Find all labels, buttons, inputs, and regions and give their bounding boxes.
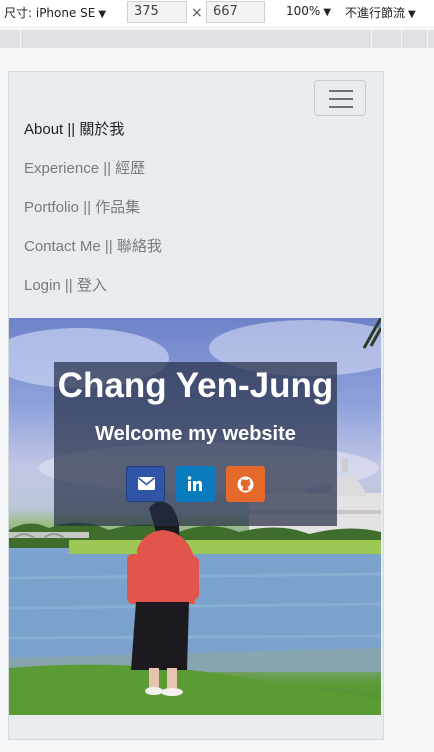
envelope-icon bbox=[138, 477, 155, 490]
hero-subtitle: Welcome my website bbox=[95, 423, 296, 445]
hamburger-icon-bar bbox=[329, 98, 353, 100]
nav-item-label: Login || 登入 bbox=[24, 277, 107, 294]
nav-item-label: Contact Me || 聯絡我 bbox=[24, 238, 162, 255]
times-symbol: × bbox=[191, 5, 203, 21]
linkedin-icon bbox=[187, 476, 202, 491]
navbar-toggler-button[interactable] bbox=[314, 80, 366, 116]
height-input[interactable]: 667 bbox=[206, 1, 265, 23]
device-selector[interactable]: 尺寸: iPhone SE ▼ bbox=[4, 4, 106, 21]
hero-title: Chang Yen-Jung bbox=[57, 366, 334, 405]
nav-item-label: Experience || 經歷 bbox=[24, 160, 146, 177]
hero-overlay-box: Chang Yen-Jung Welcome my website bbox=[54, 362, 337, 526]
throttle-selector[interactable]: 不進行節流 ▼ bbox=[345, 4, 416, 21]
nav-item-portfolio[interactable]: Portfolio || 作品集 bbox=[24, 196, 162, 235]
linkedin-button[interactable] bbox=[176, 466, 215, 502]
chevron-down-icon: ▼ bbox=[408, 9, 416, 20]
github-button[interactable] bbox=[226, 466, 265, 502]
nav-item-login[interactable]: Login || 登入 bbox=[24, 274, 162, 313]
media-query-ruler[interactable] bbox=[0, 30, 434, 48]
width-input[interactable]: 375 bbox=[127, 1, 187, 23]
nav-item-label: About || 關於我 bbox=[24, 121, 125, 138]
hamburger-icon bbox=[329, 90, 353, 92]
nav-item-contact[interactable]: Contact Me || 聯絡我 bbox=[24, 235, 162, 274]
throttle-label: 不進行節流 bbox=[345, 6, 406, 20]
device-viewport: About || 關於我 Experience || 經歷 Portfolio … bbox=[8, 71, 384, 740]
nav-item-about[interactable]: About || 關於我 bbox=[24, 118, 162, 157]
github-icon bbox=[237, 476, 254, 493]
devtools-device-toolbar: 尺寸: iPhone SE ▼ 375 × 667 100% ▼ 不進行節流 ▼ bbox=[0, 0, 434, 26]
hamburger-icon-bar bbox=[329, 106, 353, 108]
chevron-down-icon: ▼ bbox=[323, 7, 332, 18]
device-label: 尺寸: iPhone SE bbox=[4, 6, 96, 20]
nav-item-experience[interactable]: Experience || 經歷 bbox=[24, 157, 162, 196]
chevron-down-icon: ▼ bbox=[98, 9, 107, 20]
email-button[interactable] bbox=[126, 466, 165, 502]
zoom-selector[interactable]: 100% ▼ bbox=[286, 4, 331, 18]
hero-section: Chang Yen-Jung Welcome my website bbox=[9, 318, 381, 715]
nav-item-label: Portfolio || 作品集 bbox=[24, 199, 141, 216]
zoom-label: 100% bbox=[286, 4, 321, 18]
nav-menu: About || 關於我 Experience || 經歷 Portfolio … bbox=[24, 118, 162, 313]
